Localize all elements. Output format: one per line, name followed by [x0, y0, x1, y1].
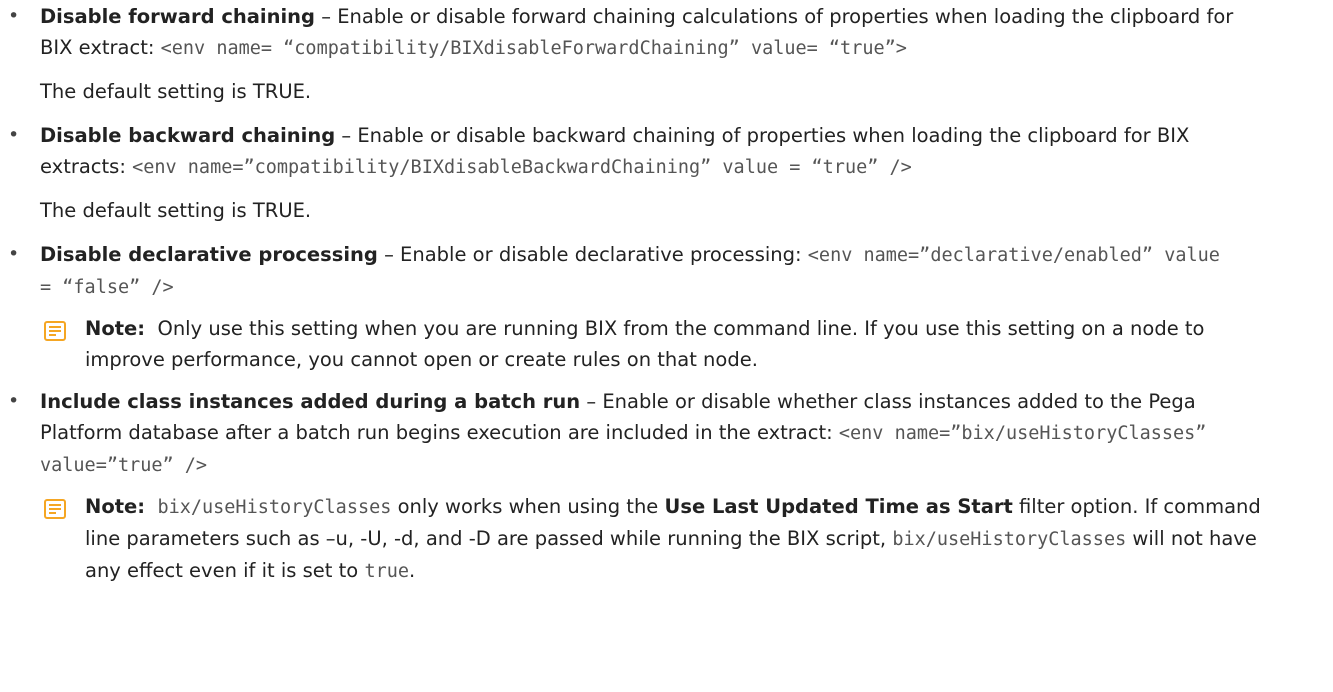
note-box: Note: Only use this setting when you are…: [0, 313, 1285, 375]
list-item: • Include class instances added during a…: [0, 386, 1240, 481]
list-item: • Disable forward chaining – Enable or d…: [0, 1, 1240, 64]
note-icon: [44, 321, 66, 341]
note-text: Only use this setting when you are runni…: [85, 317, 1205, 371]
separator: –: [315, 5, 338, 28]
code-snippet: <env name= “compatibility/BIXdisableForw…: [160, 38, 907, 59]
note-label: Note:: [85, 317, 146, 340]
code-snippet: <env name=”compatibility/BIXdisableBackw…: [132, 157, 912, 178]
note-text: .: [409, 559, 416, 582]
default-setting: The default setting is TRUE.: [40, 80, 312, 103]
code-snippet: bix/useHistoryClasses: [157, 497, 392, 518]
term: Disable declarative processing: [40, 243, 378, 266]
term: Disable forward chaining: [40, 5, 316, 28]
code-snippet: true: [364, 561, 409, 582]
bullet: •: [8, 390, 20, 412]
note-icon: [44, 499, 66, 519]
note-box: Note: bix/useHistoryClasses only works w…: [0, 491, 1285, 587]
option-name: Use Last Updated Time as Start: [664, 495, 1013, 518]
list-item: • Disable declarative processing – Enabl…: [0, 239, 1240, 303]
separator: –: [580, 390, 603, 413]
description: Enable or disable declarative processing…: [400, 243, 808, 266]
list-item: • Disable backward chaining – Enable or …: [0, 120, 1240, 183]
separator: –: [335, 124, 358, 147]
separator: –: [377, 243, 401, 266]
term: Disable backward chaining: [40, 124, 336, 147]
document-page: • Disable forward chaining – Enable or d…: [0, 0, 1333, 587]
default-setting: The default setting is TRUE.: [40, 199, 312, 222]
note-label: Note:: [85, 495, 146, 518]
bullet: •: [8, 243, 20, 265]
bullet: •: [8, 124, 20, 146]
term: Include class instances added during a b…: [40, 390, 581, 413]
code-snippet: bix/useHistoryClasses: [892, 529, 1127, 550]
bullet: •: [8, 5, 20, 27]
note-text: only works when using the: [391, 495, 665, 518]
